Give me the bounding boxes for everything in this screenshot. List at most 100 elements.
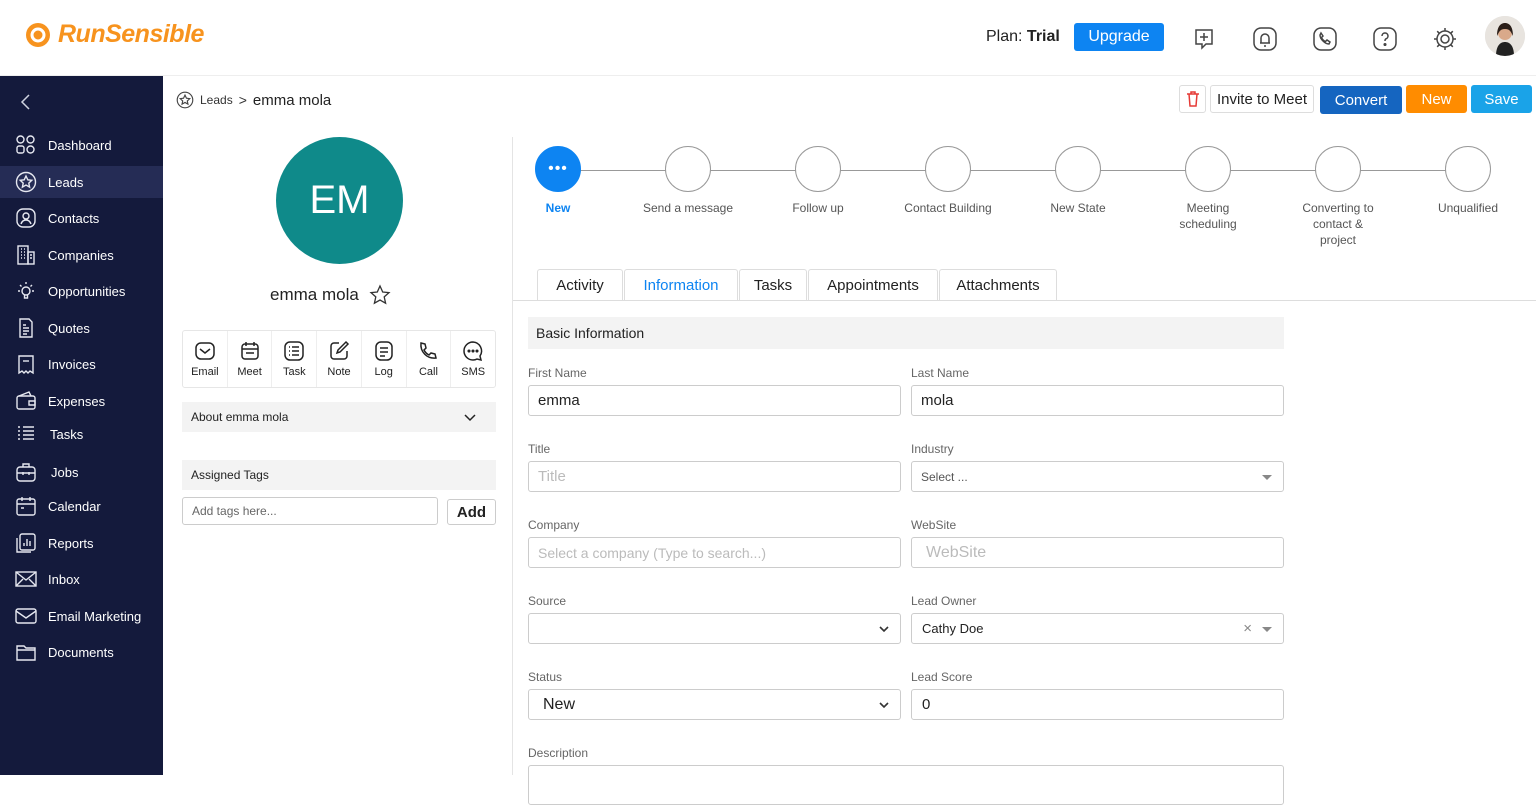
breadcrumb-parent[interactable]: Leads (200, 93, 233, 107)
sidebar-item-quotes[interactable]: Quotes (0, 312, 163, 344)
stage-dot (1445, 146, 1491, 192)
tab-appointments[interactable]: Appointments (808, 269, 938, 301)
tab-tasks[interactable]: Tasks (739, 269, 807, 301)
quick-action-log[interactable]: Log (362, 331, 407, 387)
envelope-icon (15, 571, 37, 587)
lead-score-label: Lead Score (911, 670, 973, 684)
lead-owner-label: Lead Owner (911, 594, 977, 608)
sidebar-item-label: Reports (48, 535, 94, 551)
convert-button[interactable]: Convert (1320, 86, 1402, 114)
quick-action-email[interactable]: Email (183, 331, 228, 387)
sidebar-item-calendar[interactable]: Calendar (0, 490, 163, 522)
about-label: About emma mola (191, 410, 289, 424)
phone-icon (420, 342, 438, 359)
stage-converting[interactable]: Converting to contact & project (1278, 146, 1398, 248)
chevron-down-icon (464, 414, 476, 422)
about-accordion[interactable]: About emma mola (182, 402, 496, 432)
company-field[interactable]: Select a company (Type to search...) (528, 537, 901, 568)
user-avatar[interactable] (1485, 16, 1525, 56)
report-icon (16, 533, 36, 553)
website-field[interactable]: WebSite (911, 537, 1284, 568)
tab-activity[interactable]: Activity (537, 269, 623, 301)
last-name-label: Last Name (911, 366, 970, 380)
delete-button[interactable] (1179, 85, 1206, 113)
sidebar-item-label: Companies (48, 247, 114, 263)
quick-action-note[interactable]: Note (317, 331, 362, 387)
sidebar-item-label: Jobs (51, 464, 79, 480)
collapse-sidebar-icon[interactable] (18, 92, 32, 112)
stage-contact-building[interactable]: Contact Building (888, 146, 1008, 216)
task-icon (284, 341, 305, 361)
tab-attachments[interactable]: Attachments (939, 269, 1057, 301)
assigned-tags-header: Assigned Tags (182, 460, 496, 490)
stage-send-a-message[interactable]: Send a message (628, 146, 748, 216)
add-tag-button[interactable]: Add (447, 499, 496, 525)
tags-input[interactable]: Add tags here... (182, 497, 438, 525)
quick-action-label: Email (191, 366, 219, 378)
invoice-icon (18, 355, 34, 375)
stage-dot (1185, 146, 1231, 192)
notifications-bell-icon[interactable] (1251, 25, 1279, 53)
chevron-down-icon (879, 702, 889, 709)
sidebar-item-label: Documents (48, 644, 114, 660)
sidebar-item-expenses[interactable]: Expenses (0, 385, 163, 417)
stage-label: Contact Building (904, 201, 992, 215)
invite-to-meet-button[interactable]: Invite to Meet (1210, 85, 1314, 113)
sidebar-item-leads[interactable]: Leads (0, 166, 163, 198)
favorite-star-icon[interactable] (369, 284, 391, 306)
building-icon (17, 245, 35, 265)
section-basic-information: Basic Information (528, 317, 1284, 349)
quick-action-meet[interactable]: Meet (228, 331, 273, 387)
sidebar-item-opportunities[interactable]: Opportunities (0, 275, 163, 307)
stage-follow-up[interactable]: Follow up (758, 146, 878, 216)
tabs-divider (513, 300, 1536, 301)
upgrade-button[interactable]: Upgrade (1074, 23, 1164, 51)
status-select[interactable]: New (528, 689, 901, 720)
sun-logo-icon (26, 22, 50, 47)
sidebar-item-invoices[interactable]: Invoices (0, 348, 163, 380)
new-button[interactable]: New (1406, 85, 1467, 113)
tab-information[interactable]: Information (624, 269, 738, 301)
stage-unqualified[interactable]: Unqualified (1408, 146, 1528, 216)
source-select[interactable] (528, 613, 901, 644)
stage-meeting-scheduling[interactable]: Meeting scheduling (1148, 146, 1268, 232)
add-quick-icon[interactable] (1190, 25, 1218, 53)
sidebar-item-tasks[interactable]: Tasks (0, 418, 163, 450)
plan-value: Trial (1026, 28, 1060, 45)
stage-new[interactable]: ••• New (498, 146, 618, 216)
briefcase-icon (16, 463, 36, 482)
sidebar-item-dashboard[interactable]: Dashboard (0, 129, 163, 161)
quick-action-sms[interactable]: SMS (451, 331, 495, 387)
sidebar-item-contacts[interactable]: Contacts (0, 202, 163, 234)
lead-name: emma mola (270, 285, 359, 304)
quick-action-call[interactable]: Call (407, 331, 452, 387)
sidebar-item-documents[interactable]: Documents (0, 636, 163, 668)
quick-action-task[interactable]: Task (272, 331, 318, 387)
description-field[interactable] (528, 765, 1284, 805)
help-icon[interactable] (1371, 25, 1399, 53)
user-photo-icon (1485, 16, 1525, 56)
sidebar-item-label: Inbox (48, 571, 80, 587)
sidebar-item-companies[interactable]: Companies (0, 239, 163, 271)
stage-dot (1055, 146, 1101, 192)
breadcrumb: Leads > emma mola (176, 91, 331, 109)
first-name-field[interactable]: emma (528, 385, 901, 416)
last-name-field[interactable]: mola (911, 385, 1284, 416)
stage-new-state[interactable]: New State (1018, 146, 1138, 216)
title-field[interactable]: Title (528, 461, 901, 492)
sidebar-item-inbox[interactable]: Inbox (0, 563, 163, 595)
industry-select[interactable]: Select ... (911, 461, 1284, 492)
sidebar-item-jobs[interactable]: Jobs (0, 456, 163, 488)
phone-icon[interactable] (1311, 25, 1339, 53)
lead-owner-select[interactable]: Cathy Doe × (911, 613, 1284, 644)
top-bar: RunSensible Plan: Trial Upgrade (0, 0, 1536, 76)
settings-gear-icon[interactable] (1431, 25, 1459, 53)
sidebar-item-email-marketing[interactable]: Email Marketing (0, 600, 163, 632)
brand-logo[interactable]: RunSensible (24, 20, 204, 49)
save-button[interactable]: Save (1471, 85, 1532, 113)
sidebar-item-reports[interactable]: Reports (0, 527, 163, 559)
stage-dot (665, 146, 711, 192)
clear-owner-icon[interactable]: × (1243, 620, 1252, 637)
quick-action-label: Note (327, 366, 351, 378)
lead-score-field[interactable]: 0 (911, 689, 1284, 720)
